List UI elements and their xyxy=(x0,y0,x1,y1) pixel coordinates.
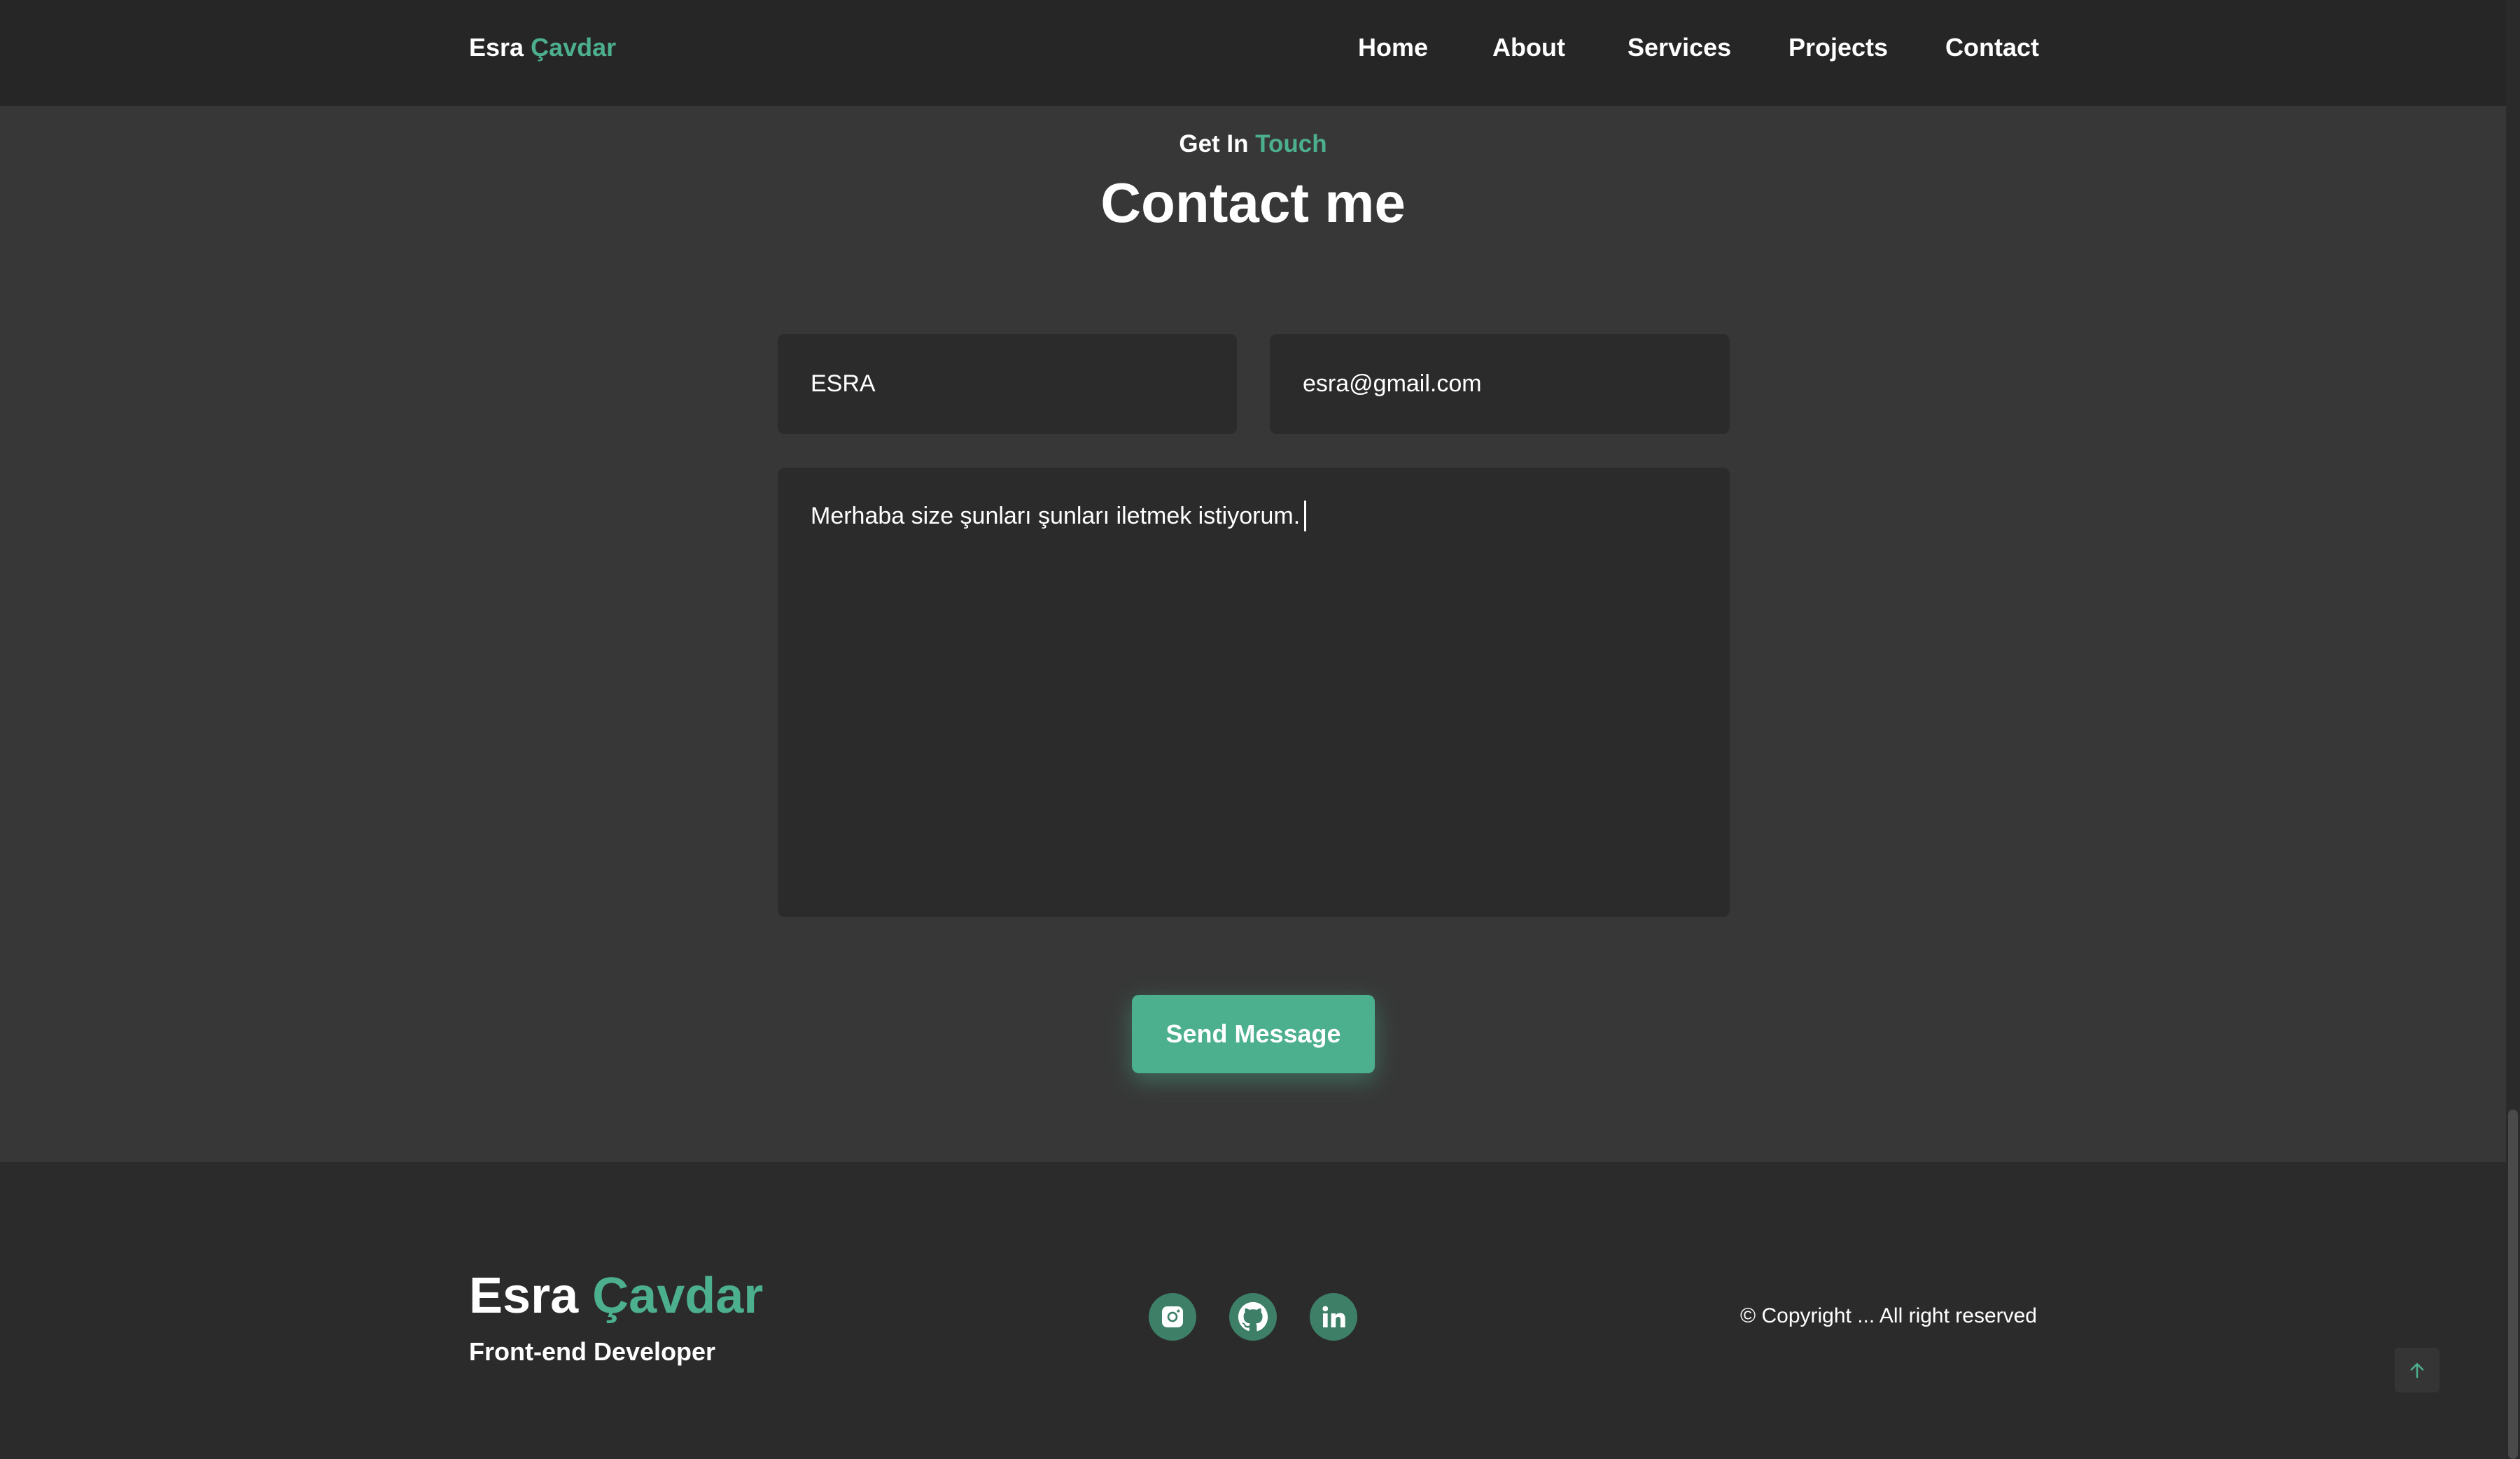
section-eyebrow: Get In Touch xyxy=(0,130,2506,158)
footer-brand-last-name: Çavdar xyxy=(592,1268,764,1324)
github-icon xyxy=(1238,1301,1268,1332)
footer-brand-first-name: Esra xyxy=(469,1268,579,1324)
back-to-top-button[interactable] xyxy=(2395,1348,2440,1392)
send-message-button[interactable]: Send Message xyxy=(1132,995,1375,1073)
instagram-link[interactable] xyxy=(1149,1293,1196,1341)
email-input-value: esra@gmail.com xyxy=(1303,370,1482,397)
scrollbar-thumb[interactable] xyxy=(2508,1110,2518,1459)
linkedin-icon xyxy=(1322,1306,1345,1327)
brand-first-name: Esra xyxy=(469,33,524,62)
nav-contact[interactable]: Contact xyxy=(1945,33,2039,62)
nav-projects[interactable]: Projects xyxy=(1788,33,1888,62)
name-input-value: ESRA xyxy=(811,370,876,397)
message-textarea[interactable]: Merhaba size şunları şunları iletmek ist… xyxy=(778,468,1730,917)
arrow-up-icon xyxy=(2410,1363,2424,1378)
copyright-text: © Copyright ... All right reserved xyxy=(1740,1304,2037,1327)
linkedin-link[interactable] xyxy=(1310,1293,1357,1341)
footer-tagline: Front-end Developer xyxy=(469,1337,716,1366)
text-caret xyxy=(1304,501,1307,531)
nav-home[interactable]: Home xyxy=(1358,33,1428,62)
brand-logo[interactable]: Esra Çavdar xyxy=(469,33,616,62)
footer-brand: Esra Çavdar xyxy=(469,1267,763,1325)
email-input[interactable]: esra@gmail.com xyxy=(1270,334,1730,434)
instagram-icon xyxy=(1162,1306,1183,1327)
nav-services[interactable]: Services xyxy=(1628,33,1731,62)
section-title: Contact me xyxy=(1100,172,1406,234)
eyebrow-accent: Touch xyxy=(1255,130,1327,158)
github-link[interactable] xyxy=(1229,1293,1277,1341)
site-header: Esra Çavdar Home About Services Projects… xyxy=(0,0,2506,106)
name-input[interactable]: ESRA xyxy=(778,334,1237,434)
nav-about[interactable]: About xyxy=(1492,33,1565,62)
message-textarea-value: Merhaba size şunları şunları iletmek ist… xyxy=(811,503,1301,529)
eyebrow-prefix: Get In xyxy=(1179,130,1249,158)
brand-last-name: Çavdar xyxy=(531,33,617,62)
